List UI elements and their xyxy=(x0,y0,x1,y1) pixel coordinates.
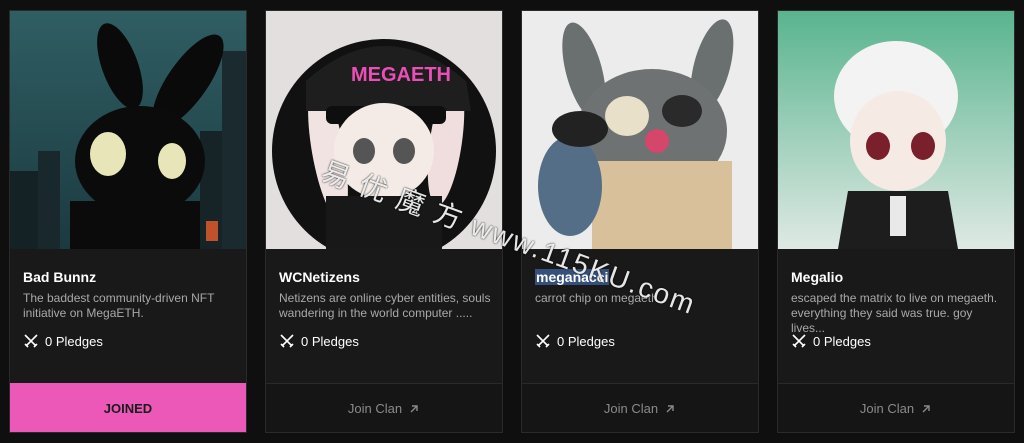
crossed-swords-icon xyxy=(536,334,550,348)
arrow-up-right-icon xyxy=(410,404,418,412)
clan-description: Netizens are online cyber entities, soul… xyxy=(279,291,491,320)
pledge-count-label: 0 Pledges xyxy=(45,333,103,349)
join-clan-button[interactable]: Join Clan xyxy=(778,383,1014,432)
clan-image-bad-bunnz xyxy=(10,11,246,249)
join-clan-label: Join Clan xyxy=(859,401,915,416)
clan-title: WCNetizens xyxy=(279,269,360,285)
arrow-up-right-icon xyxy=(922,404,930,412)
clan-description: escaped the matrix to live on megaeth. e… xyxy=(791,291,998,335)
crossed-swords-icon xyxy=(24,334,38,348)
pledge-count: 0 Pledges xyxy=(535,333,615,349)
joined-button[interactable]: JOINED xyxy=(10,383,246,432)
clan-image-megalio xyxy=(778,11,1014,249)
pledge-count-label: 0 Pledges xyxy=(813,333,871,349)
join-clan-button[interactable]: Join Clan xyxy=(266,383,502,432)
clan-grid: Bad Bunnz The baddest community-driven N… xyxy=(9,10,1015,433)
crossed-swords-icon xyxy=(280,334,294,348)
clan-card-wcnetizens[interactable]: MEGAETH WCNetizens Netizens are online c… xyxy=(265,10,503,433)
clan-card-meganacci[interactable]: meganacci carrot chip on megaeth 0 Pledg… xyxy=(521,10,759,433)
clan-image-wcnetizens: MEGAETH xyxy=(266,11,502,249)
clan-title: meganacci xyxy=(535,269,610,285)
pledge-count-label: 0 Pledges xyxy=(557,333,615,349)
join-clan-label: Join Clan xyxy=(347,401,403,416)
clan-description: The baddest community-driven NFT initiat… xyxy=(23,291,215,320)
pledge-count: 0 Pledges xyxy=(279,333,359,349)
clan-description: carrot chip on megaeth xyxy=(535,291,658,305)
join-clan-label: Join Clan xyxy=(603,401,659,416)
arrow-up-right-icon xyxy=(666,404,674,412)
join-clan-button[interactable]: Join Clan xyxy=(522,383,758,432)
cap-text: MEGAETH xyxy=(351,64,451,86)
pledge-count: 0 Pledges xyxy=(23,333,103,349)
clan-card-bad-bunnz[interactable]: Bad Bunnz The baddest community-driven N… xyxy=(9,10,247,433)
clan-title: Bad Bunnz xyxy=(23,269,97,285)
crossed-swords-icon xyxy=(792,334,806,348)
pledge-count-label: 0 Pledges xyxy=(301,333,359,349)
clan-title: Megalio xyxy=(791,269,844,285)
pledge-count: 0 Pledges xyxy=(791,333,871,349)
clan-card-megalio[interactable]: Megalio escaped the matrix to live on me… xyxy=(777,10,1015,433)
clan-image-meganacci xyxy=(522,11,758,249)
